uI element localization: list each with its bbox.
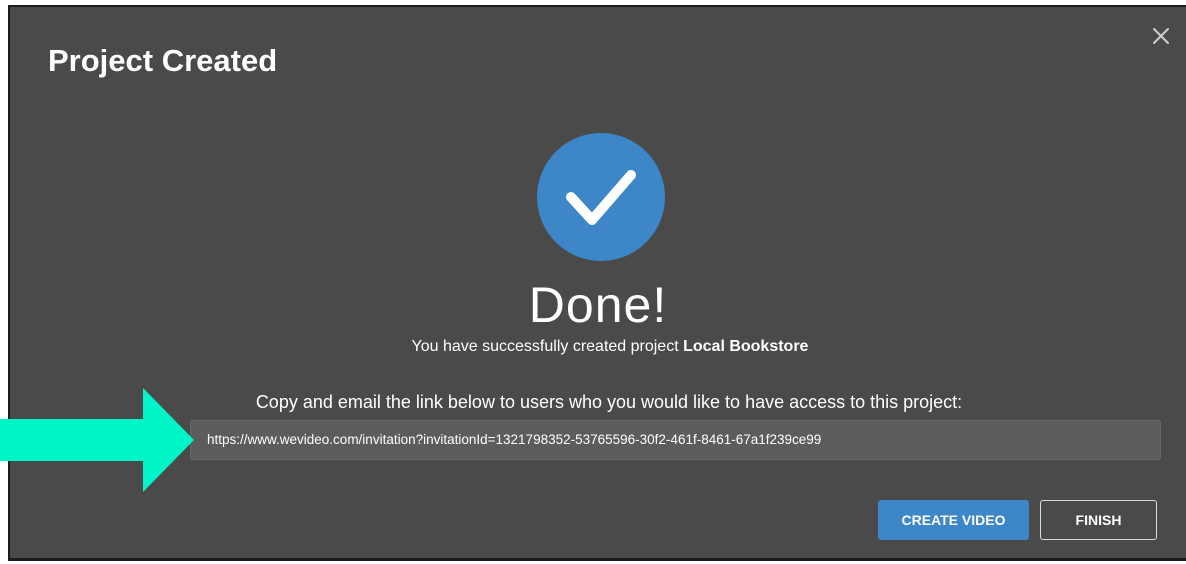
finish-button[interactable]: FINISH (1040, 500, 1157, 540)
dialog-title: Project Created (48, 43, 278, 78)
checkmark-circle-icon (537, 133, 665, 261)
done-heading: Done! (528, 277, 668, 333)
arrow-right-icon (0, 388, 200, 492)
success-message-text: You have successfully created project (411, 338, 684, 355)
project-name: Local Bookstore (683, 338, 809, 355)
invitation-link-field[interactable]: https://www.wevideo.com/invitation?invit… (190, 420, 1161, 460)
screenshot-frame: Project Created Done! You have successfu… (0, 0, 1186, 564)
close-icon (1153, 28, 1169, 44)
create-video-button[interactable]: CREATE VIDEO (878, 500, 1029, 540)
success-message: You have successfully created project Lo… (10, 336, 1186, 358)
close-button[interactable] (1148, 23, 1174, 49)
